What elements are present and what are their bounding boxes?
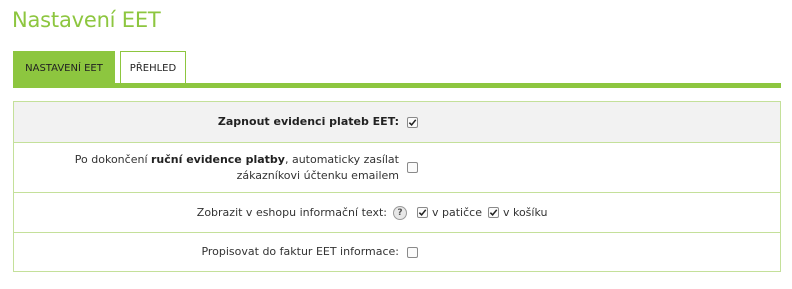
checkmark-icon <box>418 209 427 216</box>
enable-eet-label: Zapnout evidenci plateb EET: <box>217 115 399 128</box>
setting-row-enable-eet: Zapnout evidenci plateb EET: <box>14 102 780 142</box>
manual-receipt-checkbox[interactable] <box>407 162 418 173</box>
checkmark-icon <box>408 118 417 126</box>
invoice-info-checkbox[interactable] <box>407 246 418 258</box>
show-info-cart-checkbox[interactable] <box>487 207 499 218</box>
page-title: Nastavení EET <box>12 8 161 32</box>
setting-row-show-info: Zobrazit v eshopu informační text: ? v p… <box>14 192 780 232</box>
setting-row-invoice-info: Propisovat do faktur EET informace: <box>14 232 780 271</box>
tab-underline <box>13 83 781 88</box>
show-info-footer-checkbox[interactable] <box>417 207 428 218</box>
enable-eet-checkbox[interactable] <box>407 116 418 128</box>
show-info-label: Zobrazit v eshopu informační text: <box>196 205 387 219</box>
eet-settings-form: Zapnout evidenci plateb EET: Po dokončen… <box>13 101 781 272</box>
show-info-cart-label: v košíku <box>502 206 548 219</box>
tab-overview[interactable]: PŘEHLED <box>120 51 186 84</box>
question-mark-icon[interactable]: ? <box>393 205 407 220</box>
checkmark-icon <box>489 209 498 216</box>
manual-receipt-label-bold: ruční evidence platby <box>151 152 285 166</box>
tab-bar: NASTAVENÍ EET PŘEHLED <box>13 51 186 84</box>
invoice-info-label: Propisovat do faktur EET informace: <box>201 245 399 258</box>
show-info-footer-label: v patičce <box>432 206 482 219</box>
tab-eet-settings[interactable]: NASTAVENÍ EET <box>13 51 115 84</box>
manual-receipt-label: Po dokončení ruční evidence platby, auto… <box>14 152 403 184</box>
manual-receipt-label-start: Po dokončení <box>74 152 151 166</box>
setting-row-manual-receipt: Po dokončení ruční evidence platby, auto… <box>14 142 780 192</box>
